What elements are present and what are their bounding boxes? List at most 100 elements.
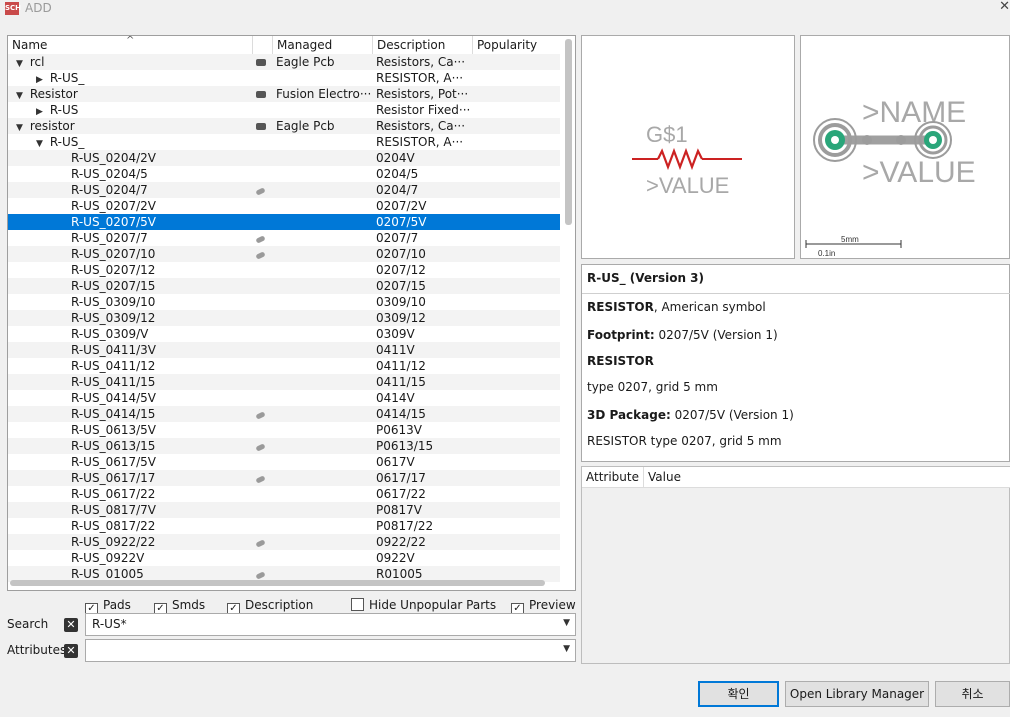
tree-row[interactable]: R-US_0204/5 0204/5	[8, 166, 560, 182]
tree-row-name: R-US_0309/12	[8, 310, 316, 326]
dropdown-arrow-icon[interactable]: ▼	[563, 618, 570, 628]
smds-checkbox[interactable]: ✓ Smds	[154, 597, 205, 616]
attributes-input[interactable]: ▼	[85, 639, 576, 662]
tree-row-label: R-US_0207/15	[71, 279, 156, 293]
description-checkbox[interactable]: ✓ Description	[227, 597, 313, 616]
col-name-header[interactable]: Name ^	[8, 36, 253, 54]
popularity-leaf-icon	[255, 539, 266, 548]
tree-row[interactable]: R-US_0204/7 0204/7	[8, 182, 560, 198]
popularity-leaf-icon	[255, 475, 266, 484]
tree-row-name: R-US_0204/2V	[8, 150, 316, 166]
tree-row[interactable]: R-US_0207/7 0207/7	[8, 230, 560, 246]
tree-row[interactable]: ▶ R-US_ RESISTOR, A···	[8, 70, 560, 86]
search-input[interactable]: R-US* ▼	[85, 613, 576, 636]
tree-row-label: R-US_0817/22	[71, 519, 156, 533]
tree-row[interactable]: ▼ rcl Eagle Pcb Resistors, Ca···	[8, 54, 560, 70]
tree-row[interactable]: R-US_0411/12 0411/12	[8, 358, 560, 374]
tree-row[interactable]: R-US_0309/10 0309/10	[8, 294, 560, 310]
tree-row[interactable]: R-US_0411/15 0411/15	[8, 374, 560, 390]
tree-row-description: 0207/2V	[376, 199, 427, 213]
tree-row-description: Resistors, Ca···	[376, 55, 466, 69]
tree-header: Name^ Managed Folder Description Popular…	[8, 36, 560, 70]
tree-row[interactable]: R-US_0817/7V P0817V	[8, 502, 560, 518]
tree-row[interactable]: R-US_0414/5V 0414V	[8, 390, 560, 406]
managed-folder-icon	[256, 91, 266, 98]
tree-row-description: RESISTOR, A···	[376, 135, 464, 149]
package-name-text: >NAME	[862, 96, 966, 129]
tree-row[interactable]: R-US_0922V 0922V	[8, 550, 560, 566]
tree-row[interactable]: R-US_0617/22 0617/22	[8, 486, 560, 502]
popularity-leaf-icon	[255, 235, 266, 244]
search-label: Search	[7, 617, 49, 631]
package-preview: >NAME >VALUE 5mm 0.1in	[800, 35, 1010, 259]
tree-row[interactable]: R-US_0207/2V 0207/2V	[8, 198, 560, 214]
tree-row[interactable]: ▼ resistor Eagle Pcb Resistors, Ca···	[8, 118, 560, 134]
tree-row-description: Resistors, Ca···	[376, 119, 466, 133]
tree-row[interactable]: R-US_0922/22 0922/22	[8, 534, 560, 550]
pads-checkbox[interactable]: ✓ Pads	[85, 597, 131, 616]
ok-button[interactable]: 확인	[698, 681, 779, 707]
tree-row[interactable]: R-US_0309/V 0309V	[8, 326, 560, 342]
tree-row[interactable]: ▼ Resistor Fusion Electro··· Resistors, Po…	[8, 86, 560, 102]
tree-row[interactable]: R-US_0613/15 P0613/15	[8, 438, 560, 454]
tree-row-description: 0207/15	[376, 279, 426, 293]
col-folder-header[interactable]: Managed Folder	[273, 36, 373, 70]
symbol-value-text: >VALUE	[646, 173, 729, 198]
popularity-leaf-icon	[255, 187, 266, 196]
attribute-col-header[interactable]: Attribute	[582, 467, 644, 487]
tree-row-name: R-US_0309/10	[8, 294, 316, 310]
tree-row-label: Resistor	[29, 87, 78, 101]
tree-row[interactable]: ▶ R-US Resistor Fixed···	[8, 102, 560, 118]
close-icon[interactable]: ✕	[999, 0, 1010, 14]
tree-row[interactable]: R-US_0207/15 0207/15	[8, 278, 560, 294]
tree-row[interactable]: R-US_0309/12 0309/12	[8, 310, 560, 326]
tree-row-description: 0414V	[376, 391, 415, 405]
clear-search-icon[interactable]: ✕	[64, 618, 78, 632]
preview-checkbox[interactable]: ✓ Preview	[511, 597, 576, 616]
tree-row-description: 0207/12	[376, 263, 426, 277]
tree-row[interactable]: R-US_0613/5V P0613V	[8, 422, 560, 438]
hide-unpopular-checkbox[interactable]: Hide Unpopular Parts	[351, 597, 496, 613]
tree-row-description: 0411/15	[376, 375, 426, 389]
tree-row-label: R-US_0411/3V	[71, 343, 157, 357]
tree-row-name: R-US_0411/3V	[8, 342, 316, 358]
horizontal-scrollbar[interactable]	[10, 580, 545, 586]
tree-rows: ▼ rcl Eagle Pcb Resistors, Ca··· ▶ R-US_ RES…	[8, 54, 560, 582]
tree-row[interactable]: R-US_0207/10 0207/10	[8, 246, 560, 262]
tree-row-name: R-US_0207/12	[8, 262, 316, 278]
dropdown-arrow-icon[interactable]: ▼	[563, 644, 570, 654]
scale-sub-label: 0.1in	[818, 249, 835, 258]
tree-row[interactable]: ▼ R-US_ RESISTOR, A···	[8, 134, 560, 150]
tree-row[interactable]: R-US_0414/15 0414/15	[8, 406, 560, 422]
tree-row-name: R-US_0613/5V	[8, 422, 316, 438]
tree-row[interactable]: R-US_0207/5V 0207/5V	[8, 214, 560, 230]
col-description-header[interactable]: Description	[373, 36, 473, 54]
tree-row[interactable]: R-US_0207/12 0207/12	[8, 262, 560, 278]
tree-row-description: Resistor Fixed···	[376, 103, 470, 117]
open-library-manager-button[interactable]: Open Library Manager	[785, 681, 929, 707]
cancel-button[interactable]: 취소	[935, 681, 1010, 707]
tree-row-description: RESISTOR, A···	[376, 71, 464, 85]
tree-row[interactable]: R-US_0617/5V 0617V	[8, 454, 560, 470]
tree-row[interactable]: R-US_0411/3V 0411V	[8, 342, 560, 358]
tree-row-description: 0309/10	[376, 295, 426, 309]
search-value: R-US*	[92, 617, 127, 631]
tree-row-label: R-US_0309/10	[71, 295, 156, 309]
tree-row[interactable]: R-US_0204/2V 0204V	[8, 150, 560, 166]
package-description-line: RESISTOR type 0207, grid 5 mm	[587, 434, 782, 448]
value-col-header[interactable]: Value	[644, 467, 844, 487]
vertical-scrollbar[interactable]	[565, 39, 572, 225]
app-icon: SCH	[5, 2, 21, 15]
library-tree[interactable]: Name^ Managed Folder Description Popular…	[7, 35, 576, 591]
col-icon-header[interactable]	[253, 36, 273, 54]
drill-right	[929, 136, 937, 144]
attribute-table: Attribute Value	[581, 466, 1010, 664]
tree-row[interactable]: R-US_0617/17 0617/17	[8, 470, 560, 486]
tree-row[interactable]: R-US_0817/22 P0817/22	[8, 518, 560, 534]
tree-row-label: R-US_0817/7V	[71, 503, 157, 517]
tree-row-name: R-US_0309/V	[8, 326, 316, 342]
drill-left	[831, 136, 839, 144]
clear-attributes-icon[interactable]: ✕	[64, 644, 78, 658]
tree-row-label: R-US_0617/5V	[71, 455, 157, 469]
col-popularity-header[interactable]: Popularity	[473, 36, 560, 54]
